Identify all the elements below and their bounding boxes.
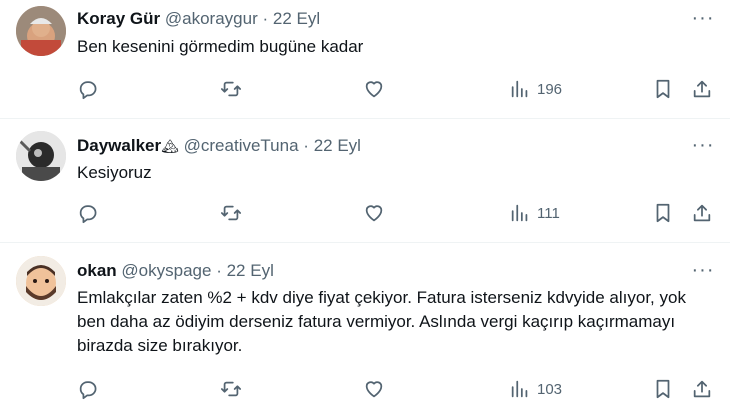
share-icon bbox=[693, 80, 711, 98]
retweet-button[interactable] bbox=[220, 376, 242, 402]
tweet-3[interactable]: okan @okyspage · 22 Eyl ··· Emlakçılar z… bbox=[0, 243, 730, 420]
retweet-button[interactable] bbox=[220, 200, 242, 226]
more-options-button[interactable]: ··· bbox=[690, 260, 716, 283]
reply-button[interactable] bbox=[77, 76, 99, 102]
bookmark-icon bbox=[656, 79, 670, 99]
tweet-date[interactable]: 22 Eyl bbox=[273, 9, 320, 28]
views-button[interactable]: 111 bbox=[509, 200, 560, 226]
author-handle[interactable]: @okyspage bbox=[121, 261, 211, 280]
bookmark-icon bbox=[656, 203, 670, 223]
tweet-1[interactable]: Koray Gür @akoraygur · 22 Eyl ··· Ben ke… bbox=[0, 0, 730, 120]
tweet-header: Koray Gür @akoraygur · 22 Eyl bbox=[77, 9, 320, 29]
retweet-button[interactable] bbox=[220, 76, 242, 102]
avatar-image bbox=[16, 256, 66, 306]
avatar-image bbox=[16, 6, 66, 56]
separator-dot: · bbox=[216, 261, 222, 280]
reply-icon bbox=[79, 81, 97, 100]
avatar-image bbox=[16, 131, 66, 181]
reply-button[interactable] bbox=[77, 200, 99, 226]
more-options-button[interactable]: ··· bbox=[690, 8, 716, 31]
tweet-date[interactable]: 22 Eyl bbox=[314, 136, 361, 155]
tweet-actions: 103 bbox=[0, 376, 730, 402]
author-name[interactable]: Daywalker bbox=[77, 136, 161, 155]
more-options-button[interactable]: ··· bbox=[690, 135, 716, 158]
share-button[interactable] bbox=[691, 76, 713, 102]
retweet-icon bbox=[220, 381, 242, 397]
tweet-header: okan @okyspage · 22 Eyl bbox=[77, 261, 274, 281]
views-icon bbox=[511, 204, 528, 222]
tweet-text: Ben kesenini görmedim bugüne kadar bbox=[77, 37, 364, 56]
like-button[interactable] bbox=[363, 376, 385, 402]
avatar[interactable] bbox=[16, 256, 66, 306]
like-icon bbox=[365, 381, 383, 398]
views-icon bbox=[511, 80, 528, 98]
bookmark-icon bbox=[656, 379, 670, 399]
retweet-icon bbox=[220, 81, 242, 97]
author-handle[interactable]: @akoraygur bbox=[165, 9, 258, 28]
tweet-2[interactable]: Daywalker🏔 @creativeTuna · 22 Eyl ··· Ke… bbox=[0, 120, 730, 242]
author-handle[interactable]: @creativeTuna bbox=[184, 136, 299, 155]
like-icon bbox=[365, 205, 383, 222]
avatar[interactable] bbox=[16, 131, 66, 181]
bookmark-button[interactable] bbox=[652, 200, 674, 226]
author-name[interactable]: okan bbox=[77, 261, 117, 280]
author-badge: 🏔 bbox=[161, 138, 179, 154]
share-icon bbox=[693, 204, 711, 222]
views-count: 196 bbox=[537, 80, 563, 98]
tweet-actions: 196 bbox=[0, 76, 730, 102]
reply-icon bbox=[79, 205, 97, 224]
avatar[interactable] bbox=[16, 6, 66, 56]
bookmark-button[interactable] bbox=[652, 76, 674, 102]
like-icon bbox=[365, 81, 383, 98]
share-icon bbox=[693, 380, 711, 398]
like-button[interactable] bbox=[363, 200, 385, 226]
views-button[interactable]: 196 bbox=[509, 76, 562, 102]
divider bbox=[0, 118, 730, 119]
reply-button[interactable] bbox=[77, 376, 99, 402]
reply-icon bbox=[79, 381, 97, 400]
tweet-date[interactable]: 22 Eyl bbox=[227, 261, 274, 280]
separator-dot: · bbox=[262, 9, 269, 28]
separator-dot: · bbox=[303, 136, 309, 155]
bookmark-button[interactable] bbox=[652, 376, 674, 402]
tweet-header: Daywalker🏔 @creativeTuna · 22 Eyl bbox=[77, 136, 361, 156]
views-icon bbox=[511, 380, 528, 398]
tweet-text: Kesiyoruz bbox=[77, 163, 152, 182]
views-count: 103 bbox=[537, 380, 563, 398]
share-button[interactable] bbox=[691, 376, 713, 402]
author-name[interactable]: Koray Gür bbox=[77, 9, 160, 28]
tweet-actions: 111 bbox=[0, 200, 730, 226]
like-button[interactable] bbox=[363, 76, 385, 102]
views-count: 111 bbox=[537, 204, 560, 222]
views-button[interactable]: 103 bbox=[509, 376, 562, 402]
tweet-text: Emlakçılar zaten %2 + kdv diye fiyat çek… bbox=[77, 288, 686, 355]
share-button[interactable] bbox=[691, 200, 713, 226]
retweet-icon bbox=[220, 205, 242, 221]
